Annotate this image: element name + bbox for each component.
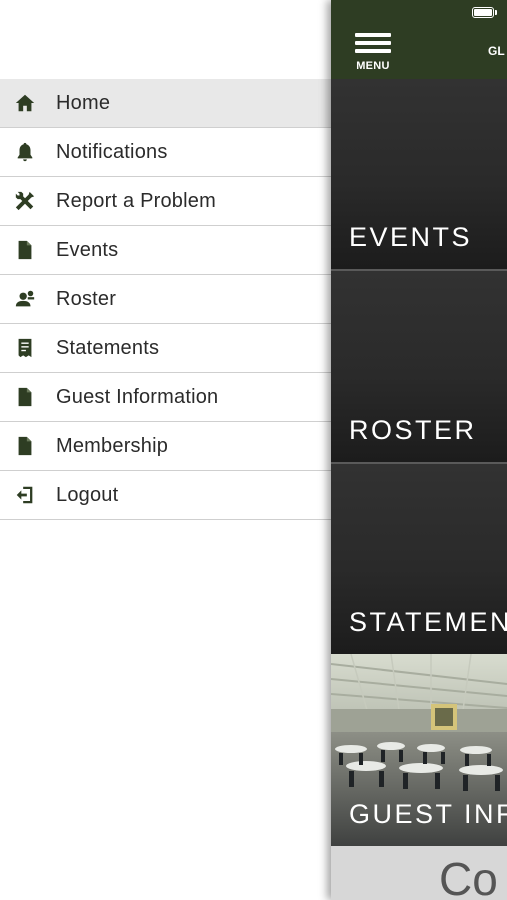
logout-icon (14, 484, 36, 506)
tile-guest-information[interactable]: GUEST INF (331, 654, 507, 846)
document-icon (14, 386, 36, 408)
bottom-banner[interactable]: Co (331, 846, 507, 900)
menu-item-label: Statements (56, 336, 160, 359)
battery-icon (472, 7, 494, 18)
menu-item-roster[interactable]: Roster (0, 275, 331, 324)
home-icon (14, 92, 36, 114)
document-icon (14, 435, 36, 457)
menu-item-logout[interactable]: Logout (0, 471, 331, 520)
menu-item-label: Roster (56, 287, 117, 310)
menu-item-guest-information[interactable]: Guest Information (0, 373, 331, 422)
tile-events[interactable]: EVENTS (331, 79, 507, 269)
menu-item-label: Home (56, 91, 111, 114)
tile-label: GUEST INF (349, 799, 507, 829)
main-screen: MENU GL EVENTS ROSTER STATEMEN GUEST INF… (331, 0, 507, 900)
tile-label: STATEMEN (349, 607, 507, 637)
menu-item-label: Notifications (56, 140, 168, 163)
bell-icon (14, 141, 36, 163)
menu-item-membership[interactable]: Membership (0, 422, 331, 471)
top-bar: MENU GL (331, 0, 507, 79)
person-icon (14, 288, 36, 310)
menu-button-label: MENU (356, 60, 390, 72)
menu-item-notifications[interactable]: Notifications (0, 128, 331, 177)
drawer-menu: Home Notifications Report a Problem Even… (0, 79, 331, 520)
menu-item-report-a-problem[interactable]: Report a Problem (0, 177, 331, 226)
document-icon (14, 239, 36, 261)
menu-item-events[interactable]: Events (0, 226, 331, 275)
hamburger-bar (355, 41, 391, 45)
tile-label: EVENTS (349, 222, 473, 252)
menu-item-home[interactable]: Home (0, 79, 331, 128)
tile-statements[interactable]: STATEMEN (331, 464, 507, 654)
bottom-banner-text: Co (439, 853, 498, 900)
menu-item-label: Events (56, 238, 119, 261)
battery-tip (495, 10, 497, 15)
menu-item-label: Guest Information (56, 385, 219, 408)
side-drawer: Home Notifications Report a Problem Even… (0, 0, 331, 900)
menu-button[interactable]: MENU (353, 33, 393, 73)
hamburger-bar (355, 33, 391, 37)
menu-item-label: Logout (56, 483, 119, 506)
hamburger-bar (355, 49, 391, 53)
menu-item-statements[interactable]: Statements (0, 324, 331, 373)
header-title: GL (488, 44, 505, 58)
menu-item-label: Report a Problem (56, 189, 216, 212)
tile-label: ROSTER (349, 415, 477, 445)
tile-roster[interactable]: ROSTER (331, 271, 507, 462)
receipt-icon (14, 337, 36, 359)
tools-icon (14, 190, 36, 212)
menu-item-label: Membership (56, 434, 169, 457)
